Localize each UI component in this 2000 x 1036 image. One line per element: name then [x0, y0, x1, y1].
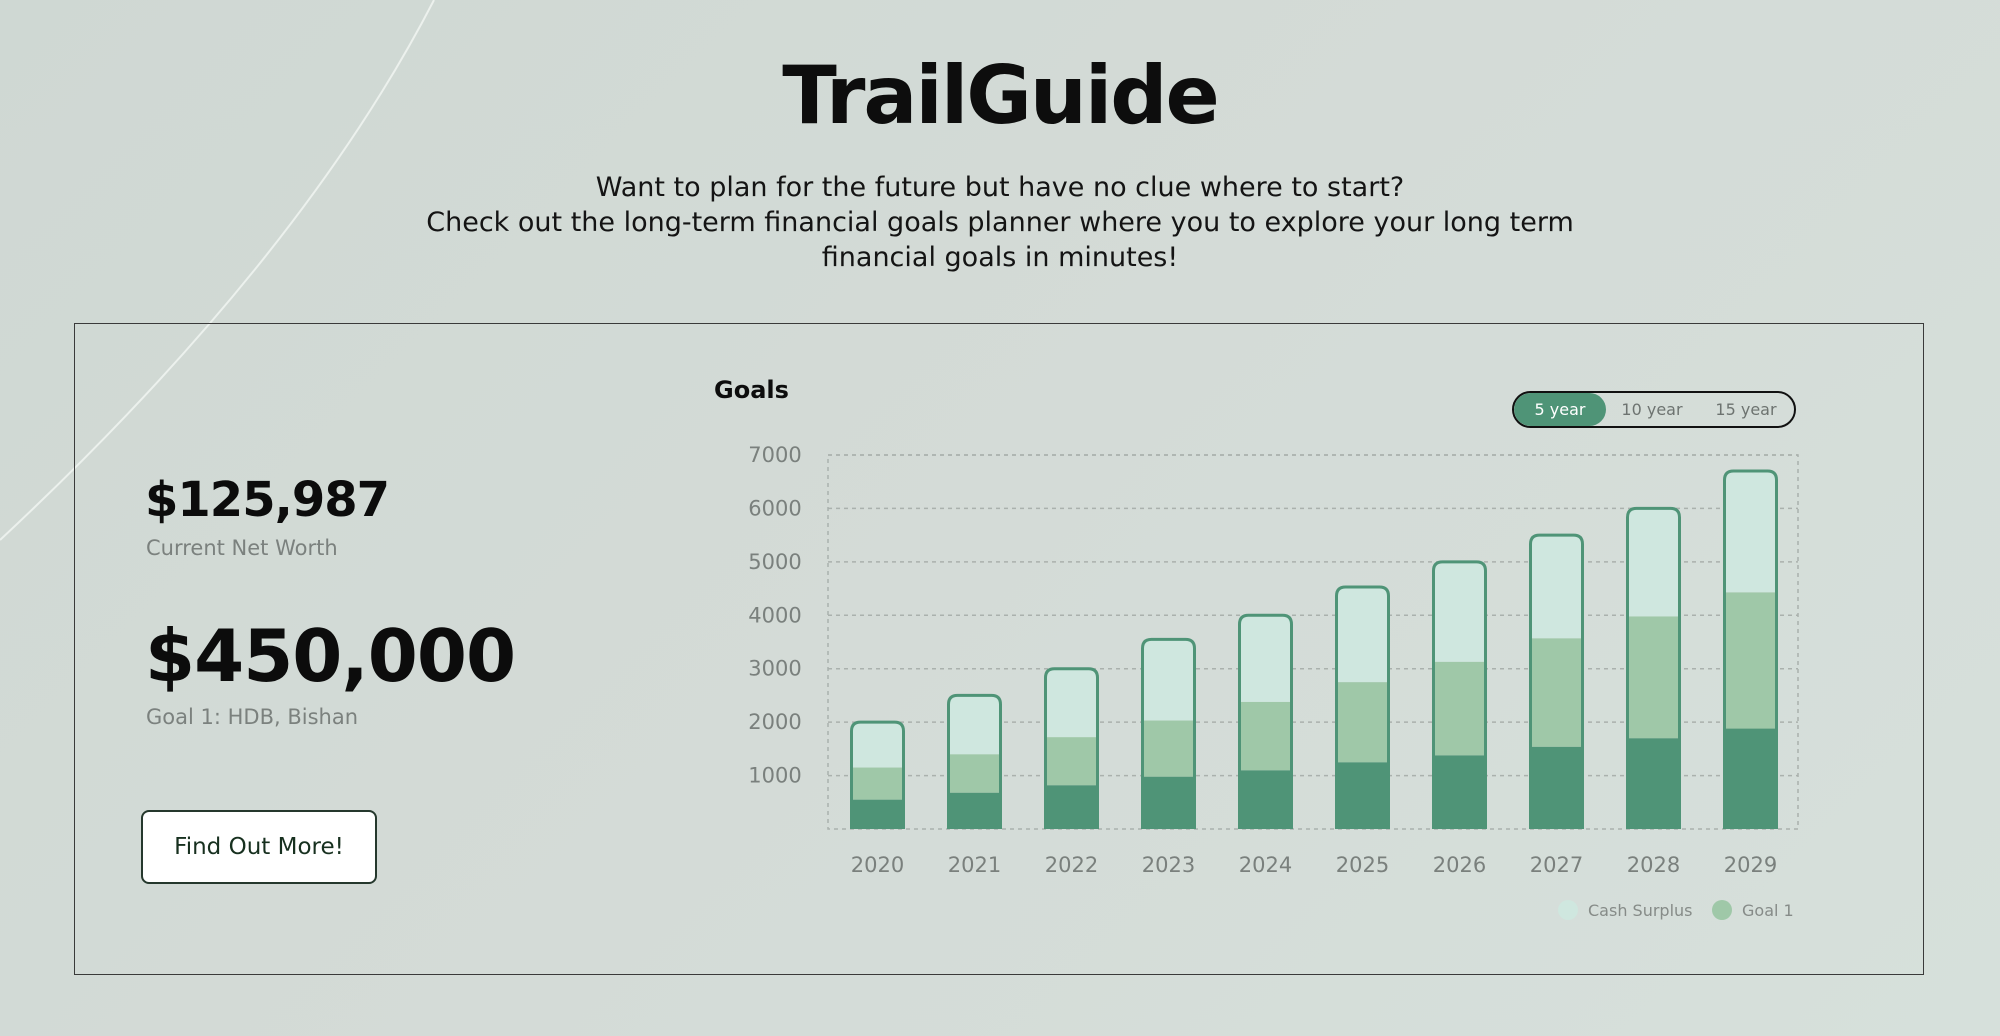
legend-swatch-goal-1: [1712, 900, 1732, 920]
x-tick-label: 2023: [1142, 853, 1195, 877]
bar-segment-goal-1: [1045, 737, 1098, 786]
bar-segment-goal-1: [1724, 592, 1777, 729]
bar-segment-goal-1: [948, 754, 1001, 793]
x-tick-label: 2026: [1433, 853, 1486, 877]
x-tick-label: 2021: [948, 853, 1001, 877]
bar-segment-base: [851, 799, 904, 829]
bar-segment-base: [1142, 776, 1195, 829]
y-tick-label: 5000: [748, 550, 801, 574]
bar-segment-base: [1530, 746, 1583, 829]
bar-segment-goal-1: [1239, 701, 1292, 771]
bar-segment-cash-surplus: [1336, 586, 1389, 683]
x-tick-label: 2029: [1724, 853, 1777, 877]
goals-bar-chart: 1000 2000 3000 4000 5000 6000 7000 2020 2021 2022…: [748, 443, 1799, 920]
bar-segment-base: [1627, 738, 1680, 829]
y-tick-label: 1000: [748, 764, 801, 788]
bar-segment-cash-surplus: [1239, 615, 1292, 702]
bar-segment-cash-surplus: [1142, 639, 1195, 721]
bar-segment-cash-surplus: [1724, 471, 1777, 593]
legend-swatch-cash-surplus: [1558, 900, 1578, 920]
bar-segment-goal-1: [1530, 638, 1583, 747]
bar-segment-goal-1: [851, 767, 904, 800]
bar-segment-cash-surplus: [851, 722, 904, 768]
x-tick-label: 2022: [1045, 853, 1098, 877]
brand-title: TrailGuide: [782, 49, 1220, 142]
legend-label-goal-1: Goal 1: [1742, 901, 1794, 920]
y-tick-label: 7000: [748, 443, 801, 467]
bar-segment-goal-1: [1433, 661, 1486, 756]
y-tick-label: 3000: [748, 657, 801, 681]
legend-label-cash-surplus: Cash Surplus: [1588, 901, 1693, 920]
bar-segment-cash-surplus: [1530, 535, 1583, 639]
y-tick-label: 2000: [748, 710, 801, 734]
y-tick-label: 4000: [748, 603, 801, 627]
x-tick-label: 2024: [1239, 853, 1292, 877]
bar-segment-cash-surplus: [948, 695, 1001, 755]
x-tick-label: 2027: [1530, 853, 1583, 877]
x-tick-label: 2028: [1627, 853, 1680, 877]
goals-card: $125,987 Current Net Worth $450,000 Goal…: [74, 323, 1924, 975]
bar-segment-goal-1: [1336, 682, 1389, 763]
x-tick-label: 2025: [1336, 853, 1389, 877]
bar-segment-base: [1239, 770, 1292, 829]
tagline: Want to plan for the future but have no …: [400, 170, 1600, 275]
bar-segment-cash-surplus: [1627, 508, 1680, 617]
bar-segment-base: [1724, 728, 1777, 829]
bar-segment-base: [1045, 785, 1098, 829]
bar-segment-base: [1433, 755, 1486, 829]
bar-segment-goal-1: [1627, 616, 1680, 739]
x-tick-label: 2020: [851, 853, 904, 877]
bar-segment-goal-1: [1142, 720, 1195, 777]
bar-segment-base: [1336, 762, 1389, 829]
bar-segment-cash-surplus: [1045, 668, 1098, 738]
tagline-line-1: Want to plan for the future but have no …: [595, 172, 1405, 203]
bar-segment-base: [948, 792, 1001, 829]
tagline-line-3: financial goals in minutes!: [821, 242, 1179, 273]
bar-segment-cash-surplus: [1433, 561, 1486, 662]
tagline-line-2: Check out the long-term financial goals …: [426, 207, 1574, 238]
y-tick-label: 6000: [748, 496, 801, 520]
